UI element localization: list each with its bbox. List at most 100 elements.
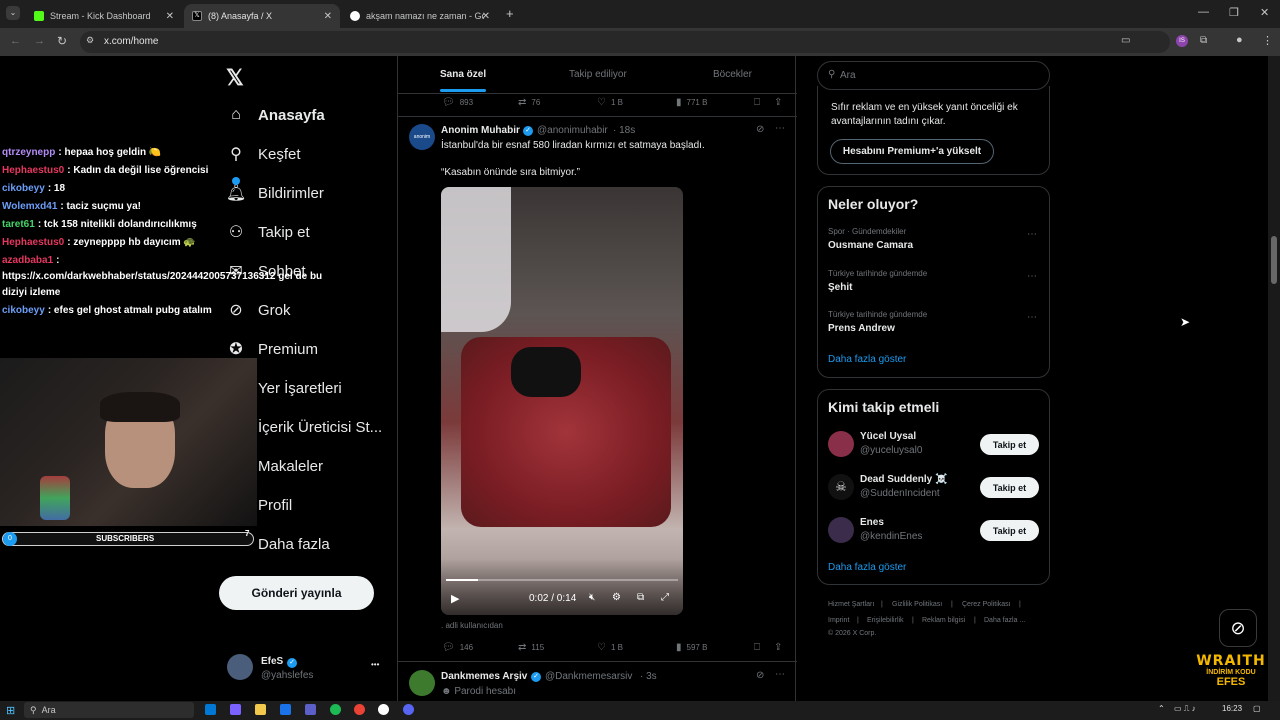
notification-center-icon[interactable]: ▢ (1253, 704, 1261, 713)
footer-cookies[interactable]: Çerez Politikası (962, 601, 1011, 608)
footer-accessibility[interactable]: Erişilebilirlik (867, 617, 904, 624)
footer-imprint[interactable]: Imprint (828, 617, 849, 624)
tweet-handle[interactable]: @Dankmemesarsiv (545, 671, 632, 682)
views-button[interactable]: ▮ 771 B (676, 97, 707, 108)
tweet-more-icon[interactable]: ⋯ (775, 123, 785, 134)
browser-menu-icon[interactable]: ⋮ (1262, 34, 1273, 47)
tweet-time[interactable]: · 18s (613, 125, 635, 136)
tweet-avatar[interactable]: anonim (409, 124, 435, 150)
mute-icon[interactable]: 🔇︎ (589, 592, 595, 603)
tray-icons[interactable]: ▭ ⎍ ♪ (1174, 704, 1196, 714)
follow-button[interactable]: Takip et (980, 434, 1039, 455)
tweet-video[interactable]: ▶ 0:02 / 0:14 🔇︎ ⚙ ⧉ ⤢ (441, 187, 683, 615)
extension-icon[interactable]: IS (1176, 35, 1188, 47)
tab-following[interactable]: Takip ediliyor (569, 69, 627, 80)
address-bar[interactable]: ⚙ (80, 31, 1170, 53)
trends-show-more[interactable]: Daha fazla göster (828, 354, 906, 365)
follow-button[interactable]: Takip et (980, 520, 1039, 541)
who-to-follow-show-more[interactable]: Daha fazla göster (828, 562, 906, 573)
page-scrollbar[interactable] (1268, 56, 1280, 701)
back-icon[interactable]: ← (10, 35, 21, 47)
reply-button[interactable]: 💬︎ 893 (442, 97, 473, 108)
trend-more-icon[interactable]: ⋯ (1027, 312, 1037, 323)
tab-x[interactable]: 𝕏 (8) Anasayfa / X ✕ (184, 4, 340, 28)
close-window-icon[interactable]: ✕ (1260, 6, 1269, 19)
follow-suggestion[interactable]: Enes @kendinEnes Takip et (818, 514, 1049, 548)
tab-bugs[interactable]: Böcekler (713, 69, 752, 80)
tweet-more-icon[interactable]: ⋯ (775, 669, 785, 680)
new-tab-button[interactable]: + (506, 6, 514, 21)
fullscreen-icon[interactable]: ⤢ (661, 592, 669, 603)
follow-suggestion[interactable]: ☠ Dead Suddenly ☠️ @SuddenIncident Takip… (818, 471, 1049, 505)
repost-button[interactable]: ⇄ 115 (518, 642, 544, 653)
like-button[interactable]: ♡ 1 B (597, 97, 623, 108)
tab-for-you[interactable]: Sana özel (440, 69, 486, 80)
site-info-icon[interactable]: ⚙ (86, 35, 94, 46)
like-button[interactable]: ♡ 1 B (597, 642, 623, 653)
video-progress-track[interactable] (446, 579, 678, 581)
minimize-icon[interactable]: — (1198, 6, 1209, 18)
trend-more-icon[interactable]: ⋯ (1027, 229, 1037, 240)
follow-suggestion[interactable]: Yücel Uysal @yuceluysal0 Takip et (818, 428, 1049, 462)
nav-premium[interactable]: ✪ Premium (226, 339, 318, 359)
windows-start-icon[interactable]: ⊞ (6, 704, 15, 717)
taskbar-store-icon[interactable] (305, 704, 316, 715)
footer-terms[interactable]: Hizmet Şartları (828, 601, 874, 608)
scrollbar-thumb[interactable] (1271, 236, 1277, 284)
views-button[interactable]: ▮ 597 B (676, 642, 707, 653)
tweet-avatar[interactable] (409, 670, 435, 696)
tab-close-icon[interactable]: ✕ (482, 11, 490, 22)
taskbar-obs-icon[interactable] (378, 704, 389, 715)
pip-icon[interactable]: ⧉ (637, 592, 644, 603)
taskbar-chrome-icon[interactable] (354, 704, 365, 715)
play-icon[interactable]: ▶ (451, 592, 459, 605)
x-logo-icon[interactable]: 𝕏 (226, 65, 244, 91)
tab-close-icon[interactable]: ✕ (324, 11, 332, 22)
share-button[interactable]: ⇪ (774, 97, 787, 108)
grok-floating-button[interactable]: ⊘ (1219, 609, 1257, 647)
footer-more[interactable]: Daha fazla ... (984, 617, 1025, 624)
tray-chevron-icon[interactable]: ⌃ (1158, 704, 1165, 713)
tweet-handle[interactable]: @anonimuhabir (537, 125, 608, 136)
tab-search-icon[interactable]: ⌄ (6, 6, 20, 20)
taskbar-explorer-icon[interactable] (255, 704, 266, 715)
extensions-puzzle-icon[interactable]: ⧉ (1200, 35, 1207, 46)
restore-icon[interactable]: ❐ (1229, 6, 1239, 19)
follow-button[interactable]: Takip et (980, 477, 1039, 498)
nav-home[interactable]: ⌂ Anasayfa (226, 105, 325, 125)
settings-icon[interactable]: ⚙ (612, 592, 621, 603)
footer-ads-info[interactable]: Reklam bilgisi (922, 617, 965, 624)
taskbar-copilot-icon[interactable] (230, 704, 241, 715)
trend-item[interactable]: Türkiye tarihinde gündemde Şehit ⋯ (818, 267, 1049, 303)
repost-button[interactable]: ⇄ 76 (518, 97, 540, 108)
premium-upgrade-button[interactable]: Hesabını Premium+'a yükselt (830, 139, 994, 164)
reload-icon[interactable]: ↻ (57, 34, 67, 48)
tab-google[interactable]: akşam namazı ne zaman - Goo ✕ (342, 4, 498, 28)
profile-icon[interactable]: ● (1236, 34, 1243, 46)
tweet-time[interactable]: · 3s (640, 671, 657, 682)
tweet-author[interactable]: Dankmemes Arşiv (441, 671, 527, 682)
share-button[interactable]: ⇪ (774, 642, 787, 653)
trend-item[interactable]: Türkiye tarihinde gündemde Prens Andrew … (818, 308, 1049, 344)
taskbar-edge-icon[interactable] (205, 704, 216, 715)
taskbar-spotify-icon[interactable] (330, 704, 341, 715)
post-button[interactable]: Gönderi yayınla (219, 576, 374, 610)
reply-button[interactable]: 💬︎ 146 (442, 642, 473, 653)
forward-icon[interactable]: → (34, 35, 45, 47)
tweet-author[interactable]: Anonim Muhabir (441, 125, 520, 136)
taskbar-outlook-icon[interactable] (280, 704, 291, 715)
footer-privacy[interactable]: Gizlilik Politikası (892, 601, 942, 608)
tab-kick[interactable]: Stream - Kick Dashboard ✕ (26, 4, 182, 28)
account-switcher[interactable]: EfeS ✓ @yahslefes ••• (219, 650, 389, 686)
tab-close-icon[interactable]: ✕ (166, 11, 174, 22)
bookmark-button[interactable]: ⎕ (754, 642, 765, 653)
taskbar-clock[interactable]: 16:23 (1222, 704, 1242, 713)
trend-item[interactable]: Spor · Gündemdekiler Ousmane Camara ⋯ (818, 225, 1049, 261)
grok-explain-icon[interactable]: ⊘ (756, 670, 764, 681)
cast-icon[interactable]: ▭ (1121, 35, 1130, 46)
grok-explain-icon[interactable]: ⊘ (756, 124, 764, 135)
taskbar-discord-icon[interactable] (403, 704, 414, 715)
account-more-icon[interactable]: ••• (371, 660, 379, 669)
url-text[interactable]: x.com/home (104, 36, 158, 47)
taskbar-search[interactable]: ⚲ Ara (24, 702, 194, 718)
